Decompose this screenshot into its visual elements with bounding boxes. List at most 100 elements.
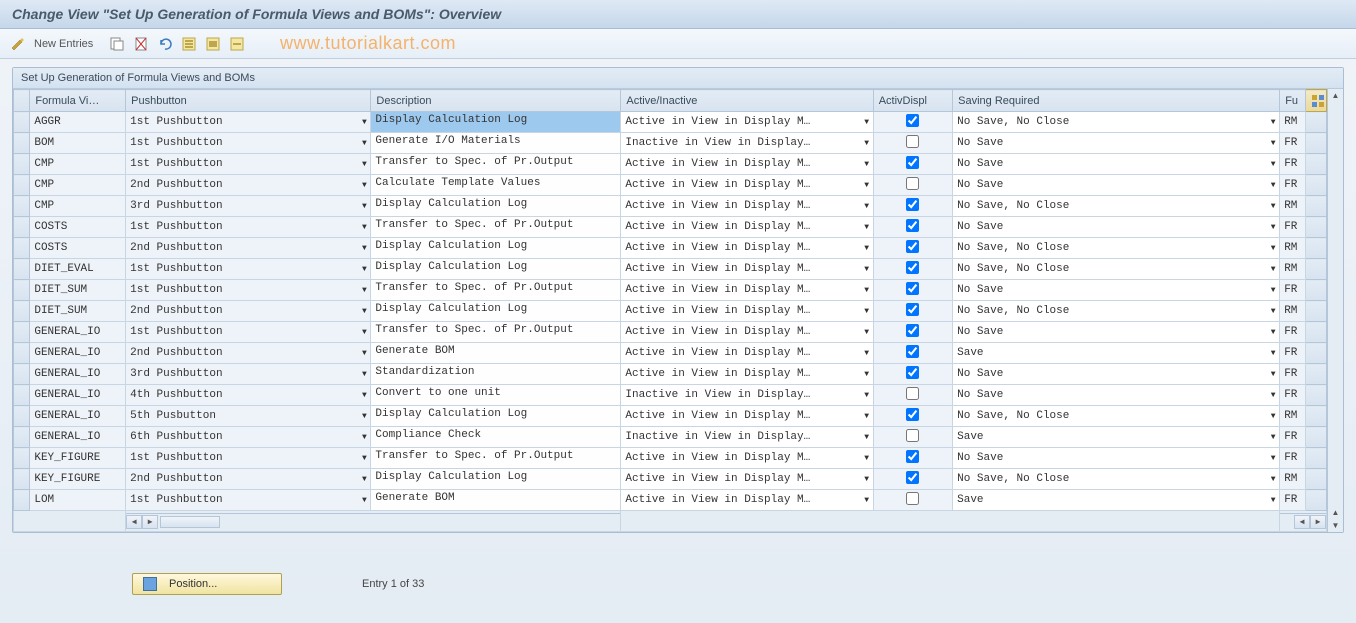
cell-active-inactive[interactable]: Active in View in Display M…▼	[621, 112, 872, 132]
checkbox-activ-displ[interactable]	[906, 114, 919, 127]
chevron-down-icon[interactable]: ▼	[861, 328, 873, 337]
chevron-down-icon[interactable]: ▼	[861, 160, 873, 169]
checkbox-activ-displ[interactable]	[906, 177, 919, 190]
row-selector[interactable]	[14, 427, 30, 448]
cell-active-inactive[interactable]: Inactive in View in Display…▼	[621, 133, 872, 153]
col-header-pushbutton[interactable]: Pushbutton	[126, 90, 371, 112]
chevron-down-icon[interactable]: ▼	[861, 454, 873, 463]
row-selector[interactable]	[14, 112, 30, 133]
cell-activ-displ[interactable]	[873, 238, 952, 259]
chevron-down-icon[interactable]: ▼	[1267, 475, 1279, 484]
cell-pushbutton[interactable]: 2nd Pushbutton▼	[126, 175, 370, 195]
h-scrollbar-right[interactable]: ◀ ▶	[1280, 513, 1326, 529]
cell-activ-displ[interactable]	[873, 469, 952, 490]
chevron-down-icon[interactable]: ▼	[358, 349, 370, 358]
cell-active-inactive[interactable]: Active in View in Display M…▼	[621, 490, 872, 510]
cell-activ-displ[interactable]	[873, 112, 952, 133]
chevron-down-icon[interactable]: ▼	[1267, 118, 1279, 127]
select-all-icon[interactable]	[181, 36, 197, 52]
cell-active-inactive[interactable]: Active in View in Display M…▼	[621, 175, 872, 195]
cell-saving-required[interactable]: No Save▼	[953, 217, 1279, 237]
chevron-down-icon[interactable]: ▼	[358, 118, 370, 127]
cell-active-inactive[interactable]: Active in View in Display M…▼	[621, 322, 872, 342]
cell-active-inactive[interactable]: Active in View in Display M…▼	[621, 154, 872, 174]
scroll-down-icon[interactable]: ▼	[1332, 519, 1340, 532]
checkbox-activ-displ[interactable]	[906, 261, 919, 274]
chevron-down-icon[interactable]: ▼	[358, 160, 370, 169]
chevron-down-icon[interactable]: ▼	[358, 328, 370, 337]
cell-description[interactable]: Standardization	[371, 364, 620, 384]
chevron-down-icon[interactable]: ▼	[1267, 244, 1279, 253]
chevron-down-icon[interactable]: ▼	[1267, 265, 1279, 274]
chevron-down-icon[interactable]: ▼	[358, 433, 370, 442]
checkbox-activ-displ[interactable]	[906, 282, 919, 295]
chevron-down-icon[interactable]: ▼	[1267, 349, 1279, 358]
row-selector[interactable]	[14, 385, 30, 406]
cell-saving-required[interactable]: Save▼	[953, 490, 1279, 510]
cell-saving-required[interactable]: No Save▼	[953, 280, 1279, 300]
chevron-down-icon[interactable]: ▼	[861, 286, 873, 295]
checkbox-activ-displ[interactable]	[906, 345, 919, 358]
row-selector[interactable]	[14, 322, 30, 343]
cell-activ-displ[interactable]	[873, 196, 952, 217]
chevron-down-icon[interactable]: ▼	[1267, 496, 1279, 505]
deselect-all-icon[interactable]	[229, 36, 245, 52]
cell-pushbutton[interactable]: 1st Pushbutton▼	[126, 448, 370, 468]
chevron-down-icon[interactable]: ▼	[358, 475, 370, 484]
cell-activ-displ[interactable]	[873, 154, 952, 175]
cell-active-inactive[interactable]: Inactive in View in Display…▼	[621, 385, 872, 405]
chevron-down-icon[interactable]: ▼	[1267, 391, 1279, 400]
v-scrollbar[interactable]: ▲ ▲ ▼	[1327, 89, 1343, 532]
chevron-down-icon[interactable]: ▼	[1267, 370, 1279, 379]
cell-activ-displ[interactable]	[873, 343, 952, 364]
cell-active-inactive[interactable]: Active in View in Display M…▼	[621, 280, 872, 300]
scroll-right-icon[interactable]: ▶	[1310, 515, 1326, 529]
cell-active-inactive[interactable]: Active in View in Display M…▼	[621, 364, 872, 384]
col-header-active-inactive[interactable]: Active/Inactive	[621, 90, 873, 112]
cell-activ-displ[interactable]	[873, 301, 952, 322]
chevron-down-icon[interactable]: ▼	[358, 181, 370, 190]
checkbox-activ-displ[interactable]	[906, 366, 919, 379]
checkbox-activ-displ[interactable]	[906, 240, 919, 253]
chevron-down-icon[interactable]: ▼	[861, 349, 873, 358]
checkbox-activ-displ[interactable]	[906, 492, 919, 505]
cell-active-inactive[interactable]: Active in View in Display M…▼	[621, 238, 872, 258]
col-header-fu[interactable]: Fu	[1280, 90, 1306, 112]
row-selector[interactable]	[14, 469, 30, 490]
cell-pushbutton[interactable]: 1st Pushbutton▼	[126, 259, 370, 279]
chevron-down-icon[interactable]: ▼	[1267, 328, 1279, 337]
select-block-icon[interactable]	[205, 36, 221, 52]
chevron-down-icon[interactable]: ▼	[861, 265, 873, 274]
checkbox-activ-displ[interactable]	[906, 471, 919, 484]
delete-icon[interactable]	[133, 36, 149, 52]
chevron-down-icon[interactable]: ▼	[1267, 223, 1279, 232]
cell-active-inactive[interactable]: Active in View in Display M…▼	[621, 469, 872, 489]
cell-pushbutton[interactable]: 1st Pushbutton▼	[126, 154, 370, 174]
checkbox-activ-displ[interactable]	[906, 408, 919, 421]
new-entries-button[interactable]: New Entries	[34, 38, 93, 50]
cell-saving-required[interactable]: No Save▼	[953, 322, 1279, 342]
chevron-down-icon[interactable]: ▼	[1267, 181, 1279, 190]
chevron-down-icon[interactable]: ▼	[861, 139, 873, 148]
chevron-down-icon[interactable]: ▼	[358, 286, 370, 295]
cell-pushbutton[interactable]: 1st Pushbutton▼	[126, 217, 370, 237]
chevron-down-icon[interactable]: ▼	[1267, 286, 1279, 295]
cell-activ-displ[interactable]	[873, 448, 952, 469]
cell-saving-required[interactable]: No Save, No Close▼	[953, 469, 1279, 489]
cell-activ-displ[interactable]	[873, 406, 952, 427]
chevron-down-icon[interactable]: ▼	[861, 433, 873, 442]
cell-active-inactive[interactable]: Active in View in Display M…▼	[621, 259, 872, 279]
cell-description[interactable]: Transfer to Spec. of Pr.Output	[371, 322, 620, 342]
cell-description[interactable]: Transfer to Spec. of Pr.Output	[371, 448, 620, 468]
checkbox-activ-displ[interactable]	[906, 429, 919, 442]
cell-saving-required[interactable]: No Save▼	[953, 364, 1279, 384]
row-selector[interactable]	[14, 448, 30, 469]
cell-activ-displ[interactable]	[873, 322, 952, 343]
chevron-down-icon[interactable]: ▼	[861, 412, 873, 421]
cell-activ-displ[interactable]	[873, 364, 952, 385]
chevron-down-icon[interactable]: ▼	[861, 307, 873, 316]
chevron-down-icon[interactable]: ▼	[861, 118, 873, 127]
chevron-down-icon[interactable]: ▼	[358, 265, 370, 274]
cell-description[interactable]: Compliance Check	[371, 427, 620, 447]
cell-description[interactable]: Display Calculation Log	[371, 196, 620, 216]
